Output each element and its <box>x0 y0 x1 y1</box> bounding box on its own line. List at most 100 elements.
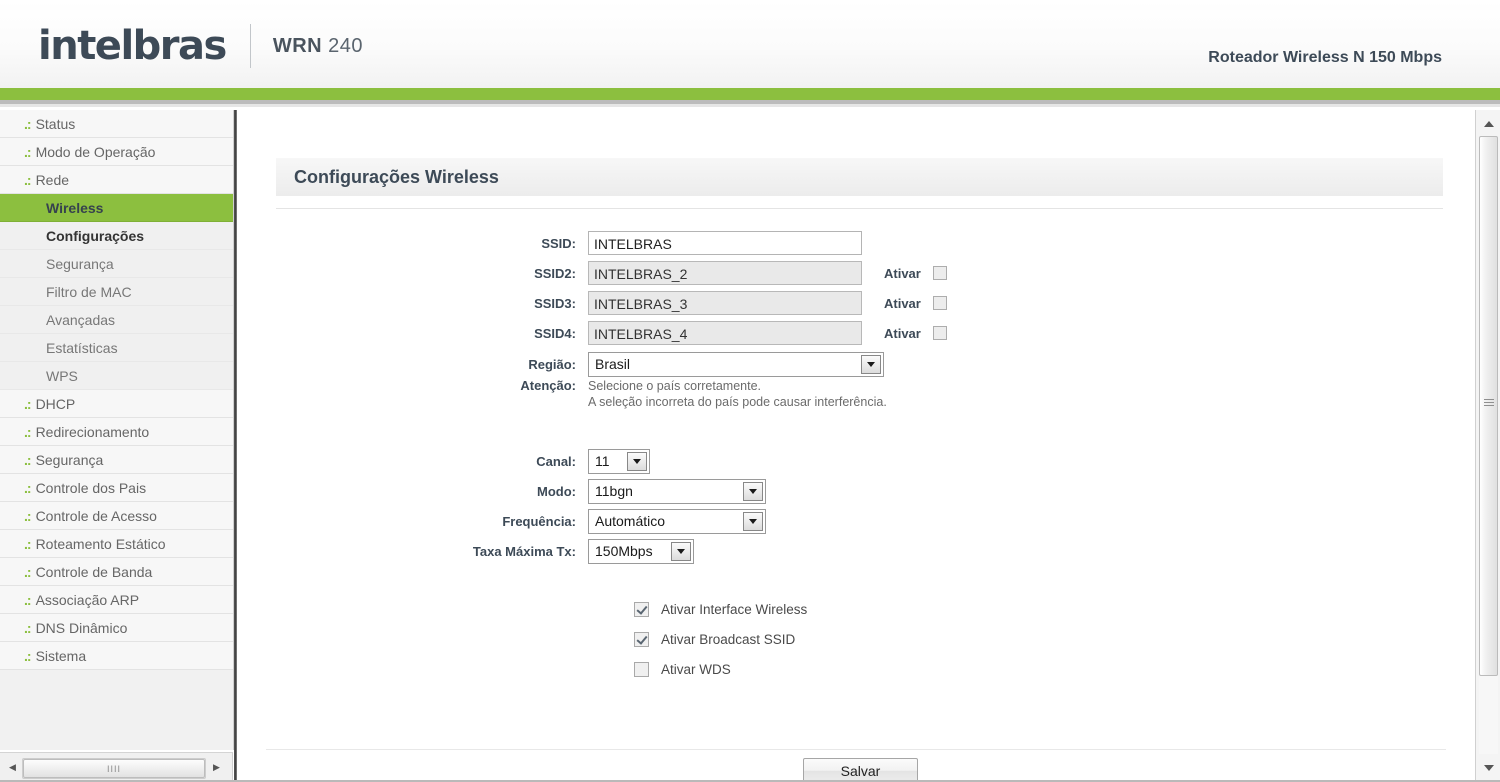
ativar-label-ssid4: Ativar <box>884 325 921 341</box>
sidebar-item-estat-sticas[interactable]: Estatísticas <box>0 334 233 362</box>
sidebar-item-rede[interactable]: .: Rede <box>0 166 233 194</box>
header-gray-bar-light <box>0 104 1500 107</box>
ativar-label-ssid3: Ativar <box>884 295 921 311</box>
sidebar-item-label: DNS Dinâmico <box>35 620 128 636</box>
bullet-icon: .: <box>24 396 32 412</box>
bullet-icon: .: <box>24 508 32 524</box>
sidebar-item-label: Associação ARP <box>35 592 140 608</box>
save-button[interactable]: Salvar <box>803 758 918 782</box>
sidebar-item-wps[interactable]: WPS <box>0 362 233 390</box>
sidebar-item-label: Filtro de MAC <box>46 284 132 300</box>
scroll-down-arrow-icon[interactable] <box>1479 758 1498 777</box>
sidebar-item-seguran-a[interactable]: Segurança <box>0 250 233 278</box>
sidebar-item-controle-dos-pais[interactable]: .: Controle dos Pais <box>0 474 233 502</box>
ssid4-input[interactable]: INTELBRAS_4 <box>588 321 862 345</box>
ativar-interface-wireless-checkbox[interactable] <box>634 602 649 617</box>
sidebar-item-label: Controle de Banda <box>35 564 153 580</box>
bullet-icon: .: <box>24 480 32 496</box>
model-name-prefix: WRN <box>272 34 323 57</box>
checkbox-row-broadcast-ssid[interactable]: Ativar Broadcast SSID <box>634 632 795 647</box>
sidebar-item-status[interactable]: .: Status <box>0 110 233 138</box>
horizontal-scroll-track[interactable]: IIII <box>22 758 206 779</box>
taxa-select-value: 150Mbps <box>595 543 653 559</box>
content-vertical-scrollbar[interactable] <box>1475 110 1500 782</box>
ssid-input[interactable]: INTELBRAS <box>588 231 862 255</box>
bullet-icon: .: <box>24 536 32 552</box>
sidebar-item-sistema[interactable]: .: Sistema <box>0 642 233 670</box>
sidebar-content-separator <box>234 110 237 782</box>
ativar-wds-checkbox[interactable] <box>634 662 649 677</box>
sidebar-item-label: WPS <box>46 368 78 384</box>
model-name-number: 240 <box>328 34 364 57</box>
atencao-hint-block: Selecione o país corretamente. A seleção… <box>588 378 887 410</box>
sidebar-item-redirecionamento[interactable]: .: Redirecionamento <box>0 418 233 446</box>
field-row-modo: Modo: 11bgn <box>388 478 766 504</box>
atencao-hint-line-1: Selecione o país corretamente. <box>588 379 762 393</box>
ssid3-input[interactable]: INTELBRAS_3 <box>588 291 862 315</box>
scroll-up-arrow-icon[interactable] <box>1479 114 1498 133</box>
sidebar-item-avan-adas[interactable]: Avançadas <box>0 306 233 334</box>
ssid2-input[interactable]: INTELBRAS_2 <box>588 261 862 285</box>
ativar-broadcast-ssid-checkbox[interactable] <box>634 632 649 647</box>
bullet-icon: .: <box>24 172 32 188</box>
bullet-icon: .: <box>24 452 32 468</box>
checkbox-label: Ativar WDS <box>661 662 731 677</box>
canal-select[interactable]: 11 <box>588 448 650 474</box>
sidebar-item-modo-de-opera-o[interactable]: .: Modo de Operação <box>0 138 233 166</box>
sidebar-item-associa-o-arp[interactable]: .: Associação ARP <box>0 586 233 614</box>
chevron-down-icon[interactable] <box>861 354 881 374</box>
sidebar-item-wireless[interactable]: Wireless <box>0 194 233 222</box>
chevron-down-icon[interactable] <box>627 451 647 471</box>
sidebar-item-label: Roteamento Estático <box>35 536 166 552</box>
scroll-right-arrow-icon[interactable]: ▶ <box>208 759 225 776</box>
horizontal-scroll-thumb[interactable]: IIII <box>23 759 205 778</box>
scroll-grip-icon: IIII <box>106 763 121 774</box>
vertical-scroll-thumb[interactable] <box>1479 136 1498 676</box>
sidebar-item-label: Estatísticas <box>46 340 118 356</box>
sidebar-item-configura-es[interactable]: Configurações <box>0 222 233 250</box>
vertical-scroll-track[interactable] <box>1479 136 1498 754</box>
sidebar-item-controle-de-banda[interactable]: .: Controle de Banda <box>0 558 233 586</box>
sidebar-item-label: Modo de Operação <box>35 144 156 160</box>
chevron-down-icon[interactable] <box>743 481 763 501</box>
bullet-icon: .: <box>24 620 32 636</box>
main-content: Configurações Wireless SSID: INTELBRAS S… <box>238 110 1475 782</box>
sidebar-item-controle-de-acesso[interactable]: .: Controle de Acesso <box>0 502 233 530</box>
label-ssid3: SSID3: <box>534 295 576 311</box>
regiao-select[interactable]: Brasil <box>588 351 884 377</box>
ativar-checkbox-ssid3[interactable] <box>932 296 947 310</box>
ativar-label-ssid2: Ativar <box>884 265 921 281</box>
ativar-checkbox-ssid2[interactable] <box>932 266 947 280</box>
page-title: Configurações Wireless <box>294 166 499 187</box>
field-row-ssid4: SSID4: INTELBRAS_4 Ativar <box>388 320 947 346</box>
field-row-regiao: Região: Brasil <box>388 351 884 377</box>
sidebar-item-roteamento-est-tico[interactable]: .: Roteamento Estático <box>0 530 233 558</box>
label-ssid: SSID: <box>541 235 576 251</box>
regiao-select-value: Brasil <box>595 356 631 372</box>
taxa-select[interactable]: 150Mbps <box>588 538 694 564</box>
checkbox-row-interface-wireless[interactable]: Ativar Interface Wireless <box>634 602 807 617</box>
sidebar-horizontal-scrollbar[interactable]: ◀ IIII ▶ <box>0 752 233 782</box>
page-header: intelbras WRN 240 Roteador Wireless N 15… <box>0 0 1500 88</box>
field-row-atencao: Atenção: Selecione o país corretamente. … <box>388 378 887 410</box>
frequencia-select[interactable]: Automático <box>588 508 766 534</box>
sidebar-item-label: Controle de Acesso <box>35 508 157 524</box>
sidebar-item-filtro-de-mac[interactable]: Filtro de MAC <box>0 278 233 306</box>
sidebar-item-label: Configurações <box>46 228 145 244</box>
chevron-down-icon[interactable] <box>743 511 763 531</box>
sidebar-item-label: Controle dos Pais <box>35 480 147 496</box>
modo-select[interactable]: 11bgn <box>588 478 766 504</box>
sidebar-item-dns-din-mico[interactable]: .: DNS Dinâmico <box>0 614 233 642</box>
chevron-down-icon[interactable] <box>671 541 691 561</box>
panel-divider <box>276 208 1443 209</box>
sidebar-item-label: Sistema <box>35 648 87 664</box>
bullet-icon: .: <box>24 424 32 440</box>
sidebar-item-seguran-a[interactable]: .: Segurança <box>0 446 233 474</box>
scroll-left-arrow-icon[interactable]: ◀ <box>4 759 21 776</box>
ativar-checkbox-ssid4[interactable] <box>932 326 947 340</box>
atencao-hint-line-2: A seleção incorreta do país pode causar … <box>588 395 887 409</box>
sidebar-nav[interactable]: .: Status.: Modo de Operação.: Rede Wireless… <box>0 110 234 750</box>
checkbox-row-wds[interactable]: Ativar WDS <box>634 662 731 677</box>
label-ssid2: SSID2: <box>534 265 576 281</box>
sidebar-item-dhcp[interactable]: .: DHCP <box>0 390 233 418</box>
